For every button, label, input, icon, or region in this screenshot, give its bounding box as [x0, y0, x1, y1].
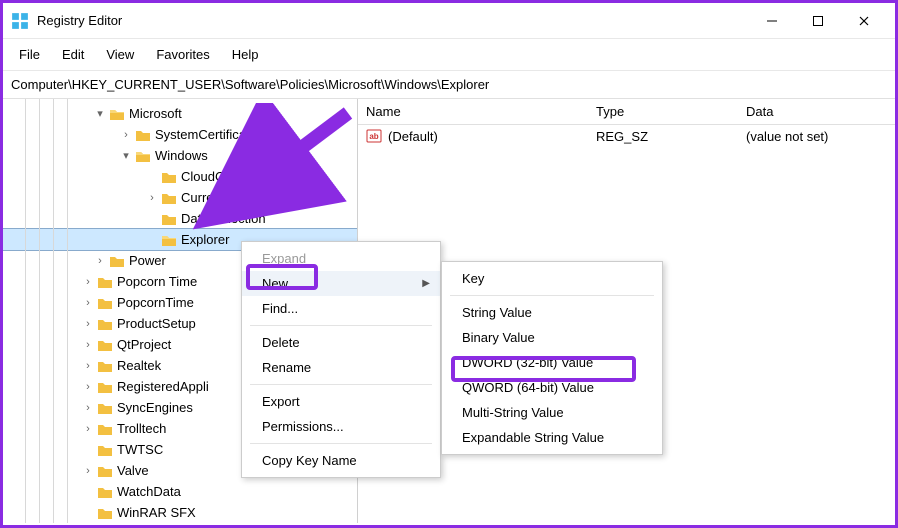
new-key[interactable]: Key [442, 266, 662, 291]
tree-label: QtProject [117, 337, 171, 352]
svg-text:ab: ab [369, 132, 378, 141]
column-type[interactable]: Type [588, 100, 738, 123]
tree-label: TWTSC [117, 442, 163, 457]
tree-item-currentversion[interactable]: ›CurrentVersion [3, 187, 357, 208]
menu-file[interactable]: File [9, 43, 50, 66]
ctx-expand: Expand [242, 246, 440, 271]
window-title: Registry Editor [37, 13, 122, 28]
ctx-new[interactable]: New ▶ [242, 271, 440, 296]
tree-item-systemcertificates[interactable]: ›SystemCertificates [3, 124, 357, 145]
address-bar[interactable]: Computer\HKEY_CURRENT_USER\Software\Poli… [3, 71, 895, 99]
tree-label: CurrentVersion [181, 190, 268, 205]
new-submenu: Key String Value Binary Value DWORD (32-… [441, 261, 663, 455]
tree-label: RegisteredAppli [117, 379, 209, 394]
tree-label: Valve [117, 463, 149, 478]
chevron-right-icon: ▶ [422, 278, 430, 289]
column-name[interactable]: Name [358, 100, 588, 123]
values-header: Name Type Data [358, 99, 895, 125]
separator [250, 443, 432, 444]
menu-view[interactable]: View [96, 43, 144, 66]
value-row-default[interactable]: ab (Default) REG_SZ (value not set) [358, 125, 895, 147]
tree-item-cloudcontent[interactable]: ›CloudContent [3, 166, 357, 187]
minimize-button[interactable] [749, 6, 795, 36]
tree-label: DataCollection [181, 211, 266, 226]
tree-label: Microsoft [129, 106, 182, 121]
new-binary-value[interactable]: Binary Value [442, 325, 662, 350]
ctx-new-label: New [262, 276, 288, 291]
value-data: (value not set) [738, 127, 895, 146]
value-name: (Default) [388, 129, 438, 144]
tree-item-windows[interactable]: ▾Windows [3, 145, 357, 166]
ctx-rename[interactable]: Rename [242, 355, 440, 380]
string-value-icon: ab [366, 128, 382, 144]
menu-help[interactable]: Help [222, 43, 269, 66]
tree-label: Popcorn Time [117, 274, 197, 289]
close-button[interactable] [841, 6, 887, 36]
ctx-export[interactable]: Export [242, 389, 440, 414]
menu-favorites[interactable]: Favorites [146, 43, 219, 66]
separator [250, 384, 432, 385]
tree-label: SystemCertificates [155, 127, 263, 142]
tree-label: Explorer [181, 232, 229, 247]
registry-editor-window: Registry Editor File Edit View Favorites… [0, 0, 898, 528]
maximize-button[interactable] [795, 6, 841, 36]
separator [250, 325, 432, 326]
new-expandable-string-value[interactable]: Expandable String Value [442, 425, 662, 450]
tree-label: CloudContent [181, 169, 261, 184]
menubar: File Edit View Favorites Help [3, 39, 895, 71]
new-string-value[interactable]: String Value [442, 300, 662, 325]
regedit-icon [11, 12, 29, 30]
tree-label: WinRAR SFX [117, 505, 196, 520]
titlebar: Registry Editor [3, 3, 895, 39]
new-multistring-value[interactable]: Multi-String Value [442, 400, 662, 425]
tree-label: ProductSetup [117, 316, 196, 331]
ctx-find[interactable]: Find... [242, 296, 440, 321]
tree-item-datacollection[interactable]: ›DataCollection [3, 208, 357, 229]
tree-label: Power [129, 253, 166, 268]
tree-item-microsoft[interactable]: ▾Microsoft [3, 103, 357, 124]
tree-label: SyncEngines [117, 400, 193, 415]
tree-item-watchdata[interactable]: ›WatchData [3, 481, 357, 502]
separator [450, 295, 654, 296]
new-qword64-value[interactable]: QWORD (64-bit) Value [442, 375, 662, 400]
column-data[interactable]: Data [738, 100, 895, 123]
menu-edit[interactable]: Edit [52, 43, 94, 66]
tree-item-winrarsfx[interactable]: ›WinRAR SFX [3, 502, 357, 523]
value-type: REG_SZ [588, 127, 738, 146]
new-dword32-value[interactable]: DWORD (32-bit) Value [442, 350, 662, 375]
ctx-delete[interactable]: Delete [242, 330, 440, 355]
tree-label: Trolltech [117, 421, 166, 436]
context-menu: Expand New ▶ Find... Delete Rename Export… [241, 241, 441, 478]
tree-label: WatchData [117, 484, 181, 499]
tree-label: Realtek [117, 358, 161, 373]
ctx-permissions[interactable]: Permissions... [242, 414, 440, 439]
tree-label: Windows [155, 148, 208, 163]
tree-label: PopcornTime [117, 295, 194, 310]
ctx-copy-key-name[interactable]: Copy Key Name [242, 448, 440, 473]
